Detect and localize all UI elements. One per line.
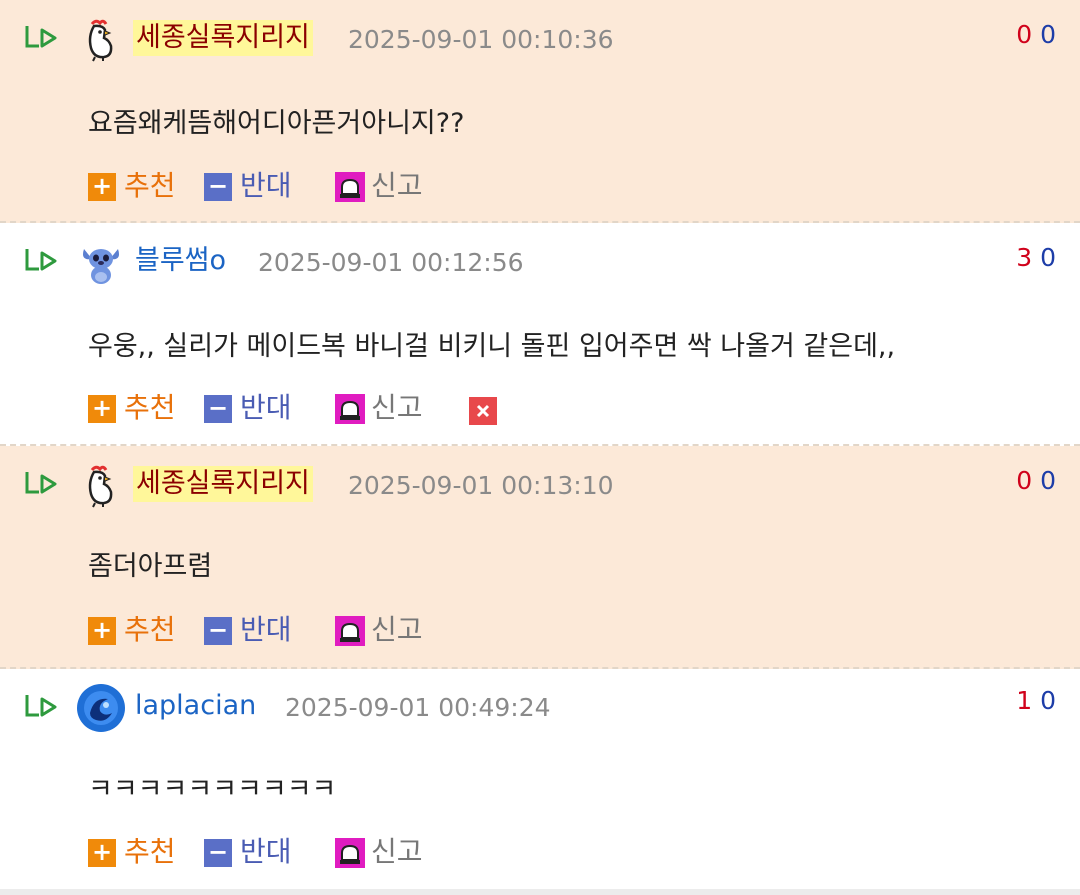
report-label: 신고 [371, 169, 423, 202]
comment-item: 세종실록지리지 2025-09-01 00:10:36 00 요즘왜케뜸해어디아… [0, 0, 1080, 223]
rooster-icon [88, 19, 113, 62]
plus-box-icon: + [88, 617, 116, 645]
minus-box-icon: − [204, 173, 232, 201]
siren-icon [335, 616, 365, 646]
recommend-label: 추천 [124, 391, 176, 424]
siren-icon [335, 838, 365, 868]
reply-arrow-icon [25, 249, 57, 271]
vote-up-count: 0 [1016, 20, 1033, 49]
plus-box-icon: + [88, 395, 116, 423]
reply-arrow-icon [25, 26, 57, 48]
comment-text: 요즘왜케뜸해어디아픈거아니지?? [88, 108, 465, 139]
siren-icon [335, 172, 365, 202]
minus-box-icon: − [204, 839, 232, 867]
blue-swirl-avatar [77, 684, 125, 732]
vote-up-count: 0 [1016, 466, 1033, 495]
comment-nickname[interactable]: laplacian [135, 688, 256, 724]
vote-up-count: 1 [1016, 686, 1033, 715]
plus-box-icon: + [88, 173, 116, 201]
vote-counts: 30 [1016, 243, 1056, 272]
stitch-avatar [83, 249, 119, 284]
vote-up-count: 3 [1016, 243, 1033, 272]
reply-arrow-icon [25, 472, 57, 494]
minus-box-icon: − [204, 395, 232, 423]
delete-button[interactable] [469, 397, 497, 425]
close-box-icon [476, 404, 490, 418]
comment-timestamp: 2025-09-01 00:12:56 [258, 248, 524, 277]
comment-nickname[interactable]: 세종실록지리지 [133, 466, 313, 502]
oppose-label: 반대 [240, 613, 292, 646]
comment-nickname[interactable]: 세종실록지리지 [133, 20, 313, 56]
plus-box-icon: + [88, 839, 116, 867]
oppose-label: 반대 [240, 169, 292, 202]
recommend-label: 추천 [124, 613, 176, 646]
comment-text: 우웅,, 실리가 메이드복 바니걸 비키니 돌핀 입어주면 싹 나올거 같은데,… [88, 331, 896, 362]
report-label: 신고 [371, 613, 423, 646]
comment-item: 블루썸o 2025-09-01 00:12:56 30 우웅,, 실리가 메이드… [0, 223, 1080, 446]
reply-arrow-icon [25, 695, 57, 717]
oppose-label: 반대 [240, 391, 292, 424]
vote-down-count: 0 [1040, 20, 1056, 49]
comment-timestamp: 2025-09-01 00:49:24 [285, 693, 551, 722]
comment-nickname[interactable]: 블루썸o [135, 243, 226, 279]
oppose-label: 반대 [240, 835, 292, 868]
vote-down-count: 0 [1040, 243, 1056, 272]
minus-box-icon: − [204, 617, 232, 645]
vote-down-count: 0 [1040, 466, 1056, 495]
comment-text: ㅋㅋㅋㅋㅋㅋㅋㅋㅋㅋ [88, 774, 337, 805]
report-label: 신고 [371, 391, 423, 424]
recommend-label: 추천 [124, 835, 176, 868]
comment-timestamp: 2025-09-01 00:13:10 [348, 471, 614, 500]
report-label: 신고 [371, 835, 423, 868]
vote-counts: 00 [1016, 20, 1056, 49]
comment-item: 세종실록지리지 2025-09-01 00:13:10 00 좀더아프렴 + 추… [0, 446, 1080, 669]
comment-text: 좀더아프렴 [88, 551, 213, 582]
vote-counts: 10 [1016, 686, 1056, 715]
vote-counts: 00 [1016, 466, 1056, 495]
recommend-label: 추천 [124, 169, 176, 202]
comment-timestamp: 2025-09-01 00:10:36 [348, 25, 614, 54]
rooster-icon [88, 465, 113, 508]
siren-icon [335, 394, 365, 424]
comment-item: laplacian 2025-09-01 00:49:24 10 ㅋㅋㅋㅋㅋㅋㅋ… [0, 669, 1080, 889]
vote-down-count: 0 [1040, 686, 1056, 715]
